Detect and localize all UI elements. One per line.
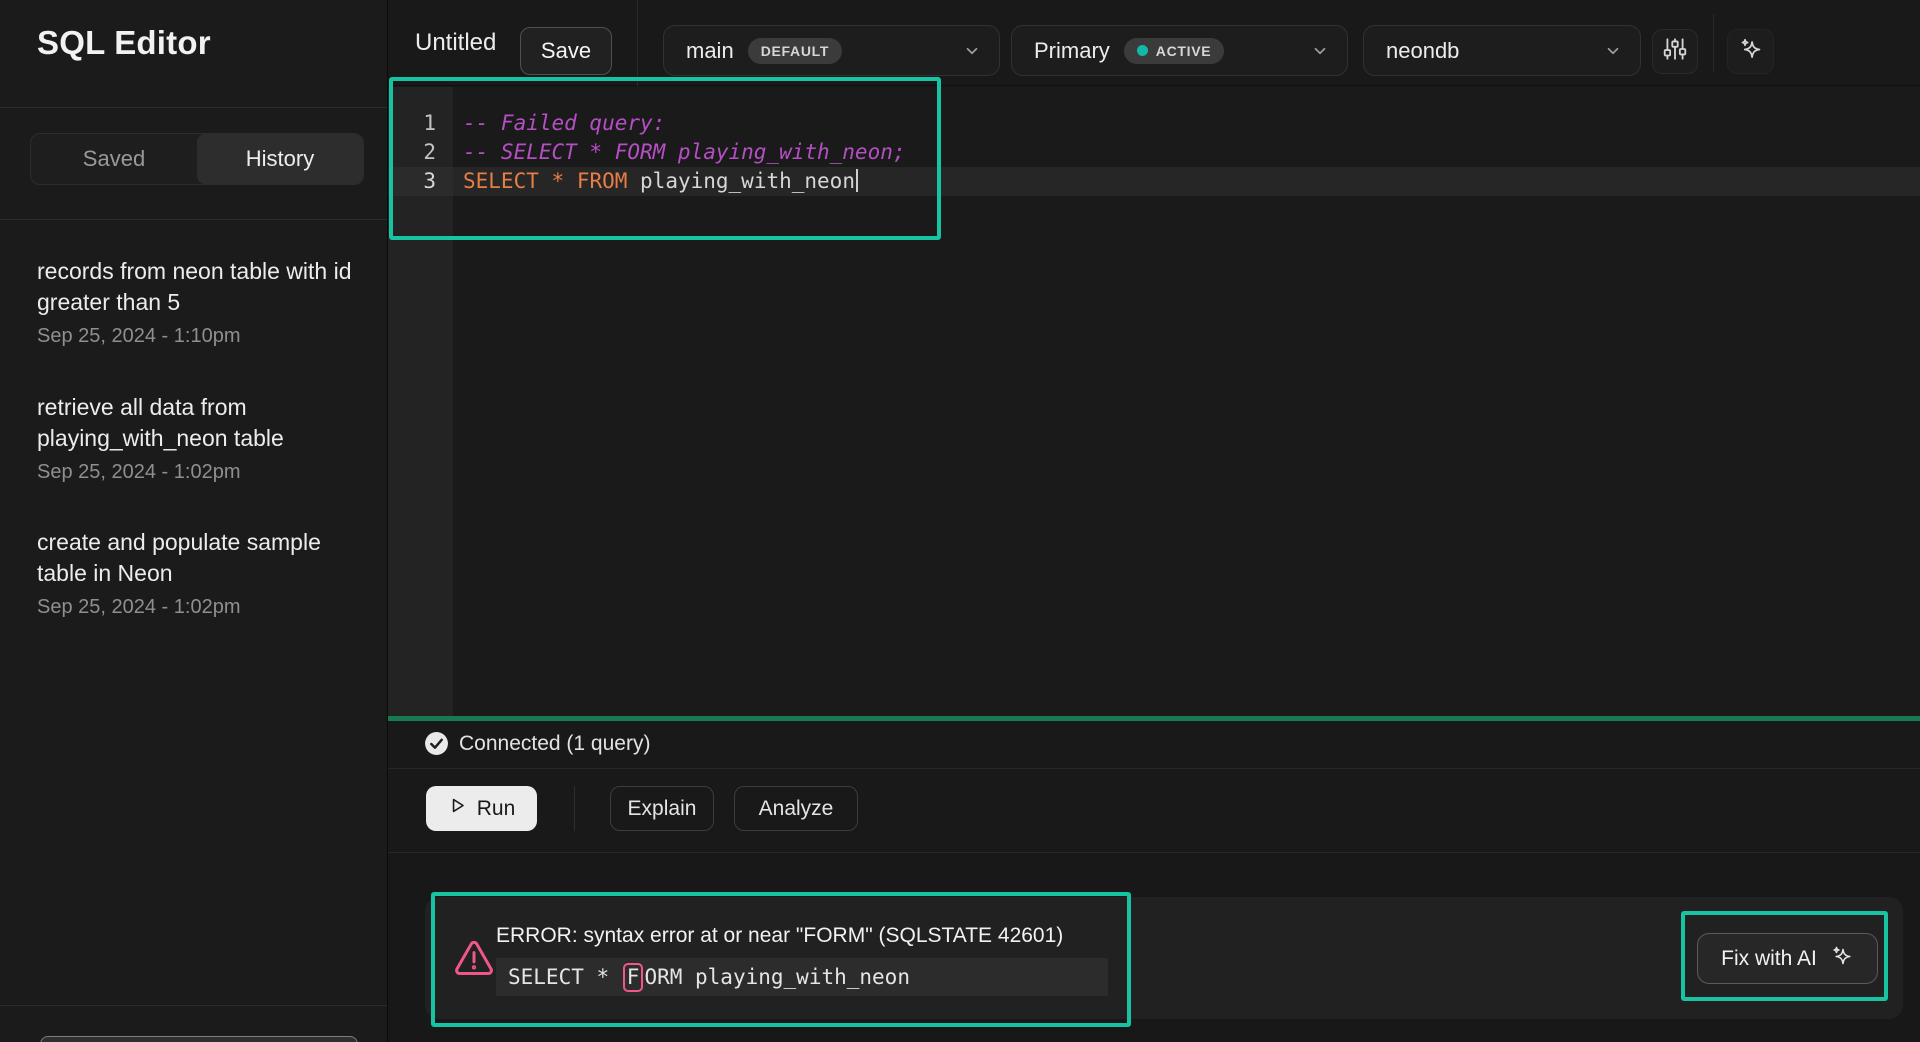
history-item[interactable]: records from neon table with id greater … [37,256,367,348]
save-button[interactable]: Save [520,27,612,75]
results-section: ERROR: syntax error at or near "FORM" (S… [388,853,1920,1042]
query-name[interactable]: Untitled [415,29,496,57]
explain-button[interactable]: Explain [610,786,714,831]
ai-assistant-button[interactable] [1727,29,1774,74]
run-button[interactable]: Run [426,786,537,831]
sidebar: SQL Editor Saved History records from ne… [0,0,388,1042]
sidebar-divider [0,1005,387,1006]
database-name: neondb [1386,38,1459,64]
database-select[interactable]: neondb [1363,25,1641,76]
sidebar-bottom-button[interactable] [40,1036,358,1042]
sql-editor-app: SQL Editor Saved History records from ne… [0,0,1920,1042]
history-item[interactable]: retrieve all data from playing_with_neon… [37,392,367,484]
sidebar-divider [0,219,387,220]
compute-name: Primary [1034,38,1110,64]
connected-check-icon [424,731,449,761]
error-panel: ERROR: syntax error at or near "FORM" (S… [425,897,1903,1019]
history-item-timestamp: Sep 25, 2024 - 1:02pm [37,461,367,484]
history-item-title: retrieve all data from playing_with_neon… [37,392,367,454]
sliders-icon [1662,36,1688,67]
editor-settings-button[interactable] [1652,29,1698,74]
button-divider [574,786,575,831]
branch-select[interactable]: main DEFAULT [663,25,1000,76]
tab-saved[interactable]: Saved [31,134,197,184]
header-divider [637,0,638,86]
chevron-down-icon [1604,42,1622,60]
history-item[interactable]: create and populate sample table in Neon… [37,527,367,619]
branch-name: main [686,38,734,64]
editor-header: Untitled Save main DEFAULT Primary ACTIV… [388,0,1920,86]
history-item-timestamp: Sep 25, 2024 - 1:10pm [37,325,367,348]
sparkle-icon [1830,944,1854,974]
error-code-snippet: SELECT * FORM playing_with_neon [496,958,1108,996]
error-message: ERROR: syntax error at or near "FORM" (S… [496,924,1063,948]
active-status-dot [1137,45,1148,56]
line-number: 1 [388,109,436,138]
sql-code-editor[interactable]: 1 2 3 -- Failed query: -- SELECT * FORM … [388,87,1920,716]
code-line-2: -- SELECT * FORM playing_with_neon; [463,138,906,167]
text-cursor [856,169,858,192]
compute-active-badge: ACTIVE [1124,38,1225,64]
analyze-button[interactable]: Analyze [734,786,858,831]
section-divider [388,768,1920,769]
pane-resizer[interactable] [388,716,1920,721]
history-item-title: create and populate sample table in Neon [37,527,367,589]
page-title: SQL Editor [37,24,211,62]
connection-status: Connected (1 query) [459,732,650,756]
sidebar-tabs: Saved History [30,133,364,185]
branch-default-badge: DEFAULT [748,38,842,64]
chevron-down-icon [1311,42,1329,60]
fix-with-ai-button[interactable]: Fix with AI [1697,933,1878,984]
code-line-1: -- Failed query: [463,109,665,138]
error-highlight: F [623,963,644,992]
warning-icon [454,940,494,982]
chevron-down-icon [963,42,981,60]
tab-history[interactable]: History [197,134,363,184]
compute-select[interactable]: Primary ACTIVE [1011,25,1348,76]
header-divider [1713,14,1714,72]
sparkle-icon [1738,36,1764,67]
history-item-title: records from neon table with id greater … [37,256,367,318]
line-number: 2 [388,138,436,167]
sidebar-divider [0,107,387,108]
code-line-3: SELECT * FROM playing_with_neon [463,167,858,196]
editor-pane: Untitled Save main DEFAULT Primary ACTIV… [388,0,1920,1042]
line-number: 3 [388,167,436,196]
play-icon [448,796,467,821]
history-item-timestamp: Sep 25, 2024 - 1:02pm [37,596,367,619]
